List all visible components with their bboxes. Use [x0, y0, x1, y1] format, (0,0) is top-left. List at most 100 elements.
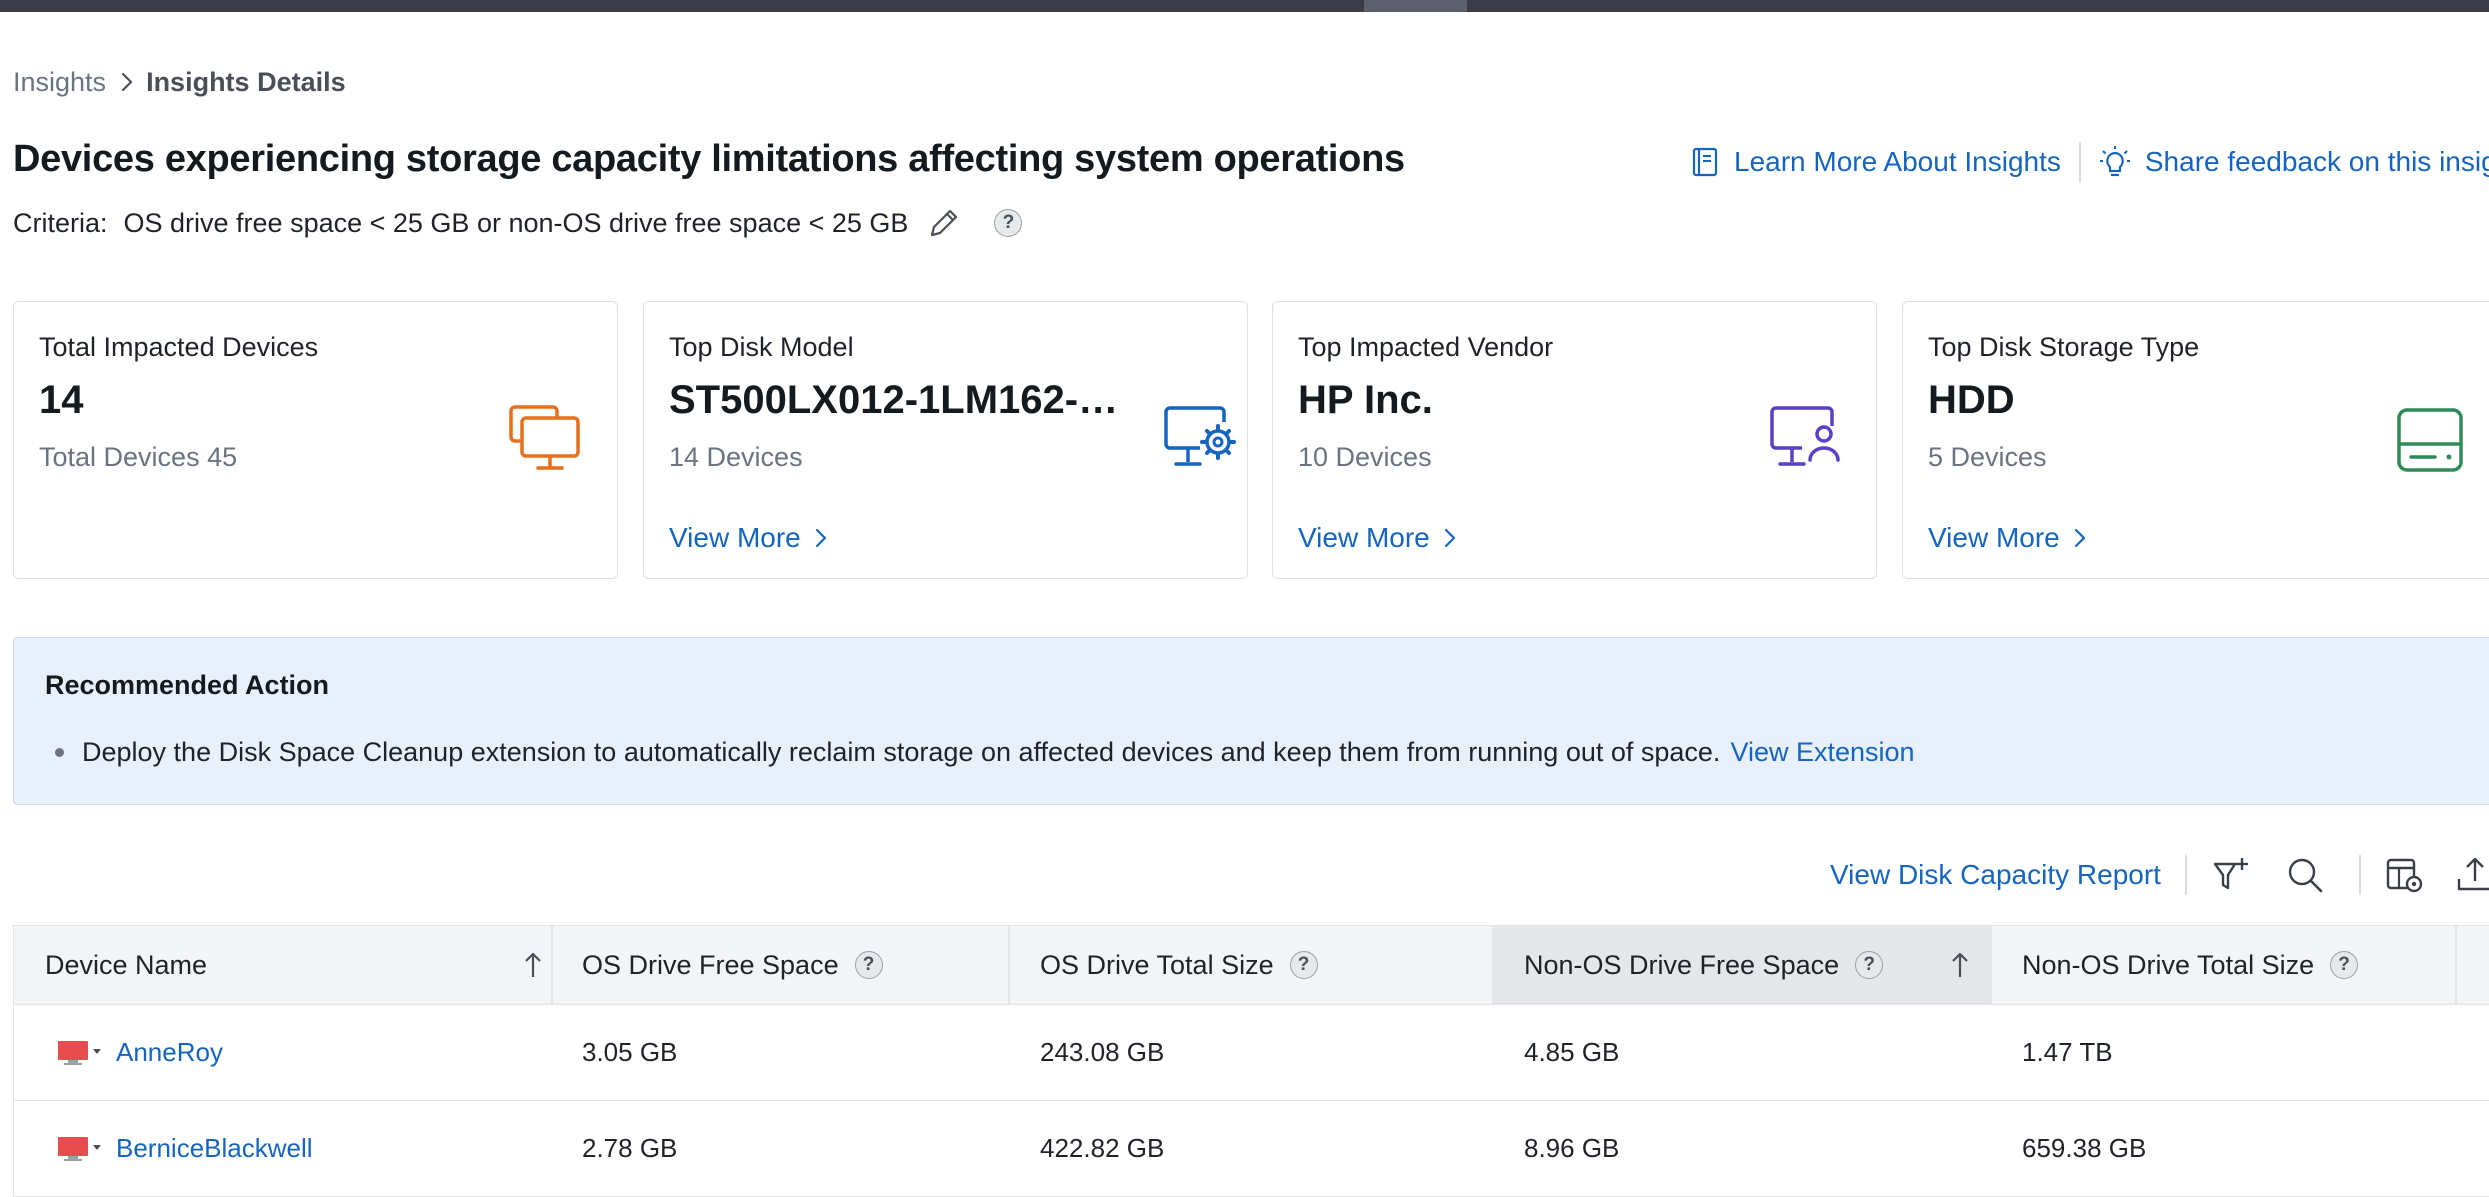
- table-row: AnneRoy 3.05 GB 243.08 GB 4.85 GB 1.47 T…: [13, 1005, 2489, 1101]
- os-drive-total-size-cell: 422.82 GB: [1040, 1132, 1165, 1163]
- top-bar-active-segment[interactable]: [1364, 0, 1467, 12]
- criteria-row: Criteria: OS drive free space < 25 GB or…: [13, 205, 1023, 241]
- breadcrumb-chevron-icon: [120, 71, 134, 93]
- device-name-cell: AnneRoy: [56, 1005, 223, 1099]
- criteria-text: OS drive free space < 25 GB or non-OS dr…: [123, 207, 909, 238]
- card-top-disk-storage-type: Top Disk Storage Type HDD 5 Devices View…: [1902, 301, 2489, 579]
- impacted-devices-table: Device Name OS Drive Free Space ? OS Dri…: [13, 925, 2489, 1197]
- column-header-label: OS Drive Free Space: [582, 949, 839, 980]
- column-header-os-drive-total-size[interactable]: OS Drive Total Size ?: [1040, 926, 1318, 1004]
- column-header-non-os-drive-free-space[interactable]: Non-OS Drive Free Space ?: [1492, 926, 1992, 1004]
- card-subtext: 14 Devices: [669, 442, 803, 472]
- view-more-link[interactable]: View More: [1928, 522, 2086, 554]
- sort-arrow-up-icon[interactable]: [523, 951, 543, 979]
- device-name-cell: BerniceBlackwell: [56, 1101, 313, 1195]
- breadcrumb-insights-link[interactable]: Insights: [13, 67, 106, 98]
- breadcrumb-current: Insights Details: [146, 66, 346, 97]
- search-icon[interactable]: [2285, 855, 2325, 895]
- column-header-device-name[interactable]: Device Name: [45, 926, 555, 1004]
- share-feedback-link[interactable]: Share feedback on this insight: [2099, 145, 2489, 179]
- os-drive-free-space-cell: 2.78 GB: [582, 1132, 678, 1163]
- header-links-divider: [2078, 142, 2081, 182]
- card-value: HDD: [1928, 378, 2015, 422]
- top-app-bar: [0, 0, 2489, 12]
- view-more-link[interactable]: View More: [669, 522, 827, 554]
- view-more-link[interactable]: View More: [1298, 522, 1456, 554]
- card-subtext: 5 Devices: [1928, 442, 2047, 472]
- card-top-impacted-vendor: Top Impacted Vendor HP Inc. 10 Devices V…: [1272, 301, 1877, 579]
- column-divider: [1008, 926, 1010, 1004]
- view-disk-capacity-report-link[interactable]: View Disk Capacity Report: [1830, 859, 2161, 891]
- chevron-right-icon: [815, 528, 826, 548]
- help-icon[interactable]: ?: [2330, 951, 2359, 979]
- monitors-icon: [509, 405, 580, 470]
- criteria-help-icon[interactable]: ?: [994, 209, 1023, 237]
- book-icon: [1692, 147, 1718, 177]
- toolbar-divider: [2184, 855, 2187, 895]
- pencil-icon[interactable]: [926, 205, 962, 241]
- os-drive-free-space-cell: 3.05 GB: [582, 1036, 678, 1067]
- share-feedback-label: Share feedback on this insight: [2144, 146, 2489, 177]
- column-divider: [2455, 926, 2457, 1004]
- card-title: Top Disk Storage Type: [1928, 332, 2200, 362]
- monitor-gear-icon: [1164, 406, 1236, 466]
- card-subtext: Total Devices 45: [39, 442, 238, 472]
- help-icon[interactable]: ?: [854, 951, 883, 979]
- view-more-label: View More: [1298, 522, 1430, 553]
- table-row: BerniceBlackwell 2.78 GB 422.82 GB 8.96 …: [13, 1101, 2489, 1197]
- page-title: Devices experiencing storage capacity li…: [13, 138, 1405, 180]
- help-icon[interactable]: ?: [1289, 951, 1318, 979]
- card-title: Total Impacted Devices: [39, 332, 319, 362]
- learn-more-link[interactable]: Learn More About Insights: [1690, 146, 2061, 178]
- export-upload-icon[interactable]: [2455, 855, 2489, 895]
- table-toolbar: View Disk Capacity Report: [1830, 850, 2489, 900]
- bullet-icon: [55, 748, 64, 757]
- lightbulb-icon: [2099, 146, 2130, 177]
- chevron-right-icon: [2074, 528, 2085, 548]
- column-header-label: Device Name: [45, 949, 208, 980]
- header-links: Learn More About Insights Share feedback…: [1690, 142, 2489, 182]
- toolbar-divider: [2358, 855, 2361, 895]
- non-os-drive-free-space-cell: 4.85 GB: [1524, 1036, 1620, 1067]
- os-drive-total-size-cell: 243.08 GB: [1040, 1036, 1165, 1067]
- recommended-action-panel: Recommended Action Deploy the Disk Space…: [13, 637, 2489, 805]
- non-os-drive-total-size-cell: 1.47 TB: [2022, 1036, 2113, 1067]
- card-top-disk-model: Top Disk Model ST500LX012-1LM162-SSHD 14…: [643, 301, 1248, 579]
- view-extension-link[interactable]: View Extension: [1730, 737, 1914, 768]
- desktop-device-icon[interactable]: [56, 1038, 102, 1066]
- recommended-action-title: Recommended Action: [45, 670, 330, 700]
- device-name-link[interactable]: BerniceBlackwell: [116, 1133, 313, 1164]
- column-header-non-os-drive-total-size[interactable]: Non-OS Drive Total Size ?: [2022, 926, 2359, 1004]
- chevron-right-icon: [1444, 528, 1455, 548]
- column-settings-icon[interactable]: [2385, 855, 2425, 895]
- hard-drive-icon: [2397, 408, 2463, 472]
- view-more-label: View More: [1928, 522, 2060, 553]
- criteria-label: Criteria:: [13, 207, 108, 238]
- card-subtext: 10 Devices: [1298, 442, 1432, 472]
- column-header-label: Non-OS Drive Free Space: [1524, 949, 1840, 980]
- desktop-device-icon[interactable]: [56, 1134, 102, 1162]
- card-value: 14: [39, 378, 84, 422]
- monitor-user-icon: [1770, 406, 1840, 466]
- column-header-label: Non-OS Drive Total Size: [2022, 949, 2315, 980]
- help-icon[interactable]: ?: [1855, 951, 1884, 979]
- card-title: Top Impacted Vendor: [1298, 332, 1554, 362]
- column-header-os-drive-free-space[interactable]: OS Drive Free Space ?: [582, 926, 883, 1004]
- card-value: HP Inc.: [1298, 378, 1433, 422]
- add-filter-icon[interactable]: [2211, 855, 2251, 895]
- card-total-impacted-devices: Total Impacted Devices 14 Total Devices …: [13, 301, 618, 579]
- non-os-drive-total-size-cell: 659.38 GB: [2022, 1132, 2147, 1163]
- recommended-action-text: Deploy the Disk Space Cleanup extension …: [82, 737, 1721, 767]
- recommended-action-item: Deploy the Disk Space Cleanup extension …: [45, 737, 1915, 768]
- non-os-drive-free-space-cell: 8.96 GB: [1524, 1132, 1620, 1163]
- view-more-label: View More: [669, 522, 801, 553]
- column-header-label: OS Drive Total Size: [1040, 949, 1274, 980]
- sort-arrow-up-icon[interactable]: [1950, 951, 1970, 979]
- device-name-link[interactable]: AnneRoy: [116, 1037, 223, 1068]
- column-divider: [551, 926, 553, 1004]
- card-value: ST500LX012-1LM162-SSHD: [669, 378, 1144, 422]
- table-header: Device Name OS Drive Free Space ? OS Dri…: [13, 925, 2489, 1005]
- card-title: Top Disk Model: [669, 332, 854, 362]
- learn-more-label: Learn More About Insights: [1734, 146, 2061, 177]
- breadcrumb: Insights Insights Details: [13, 62, 346, 102]
